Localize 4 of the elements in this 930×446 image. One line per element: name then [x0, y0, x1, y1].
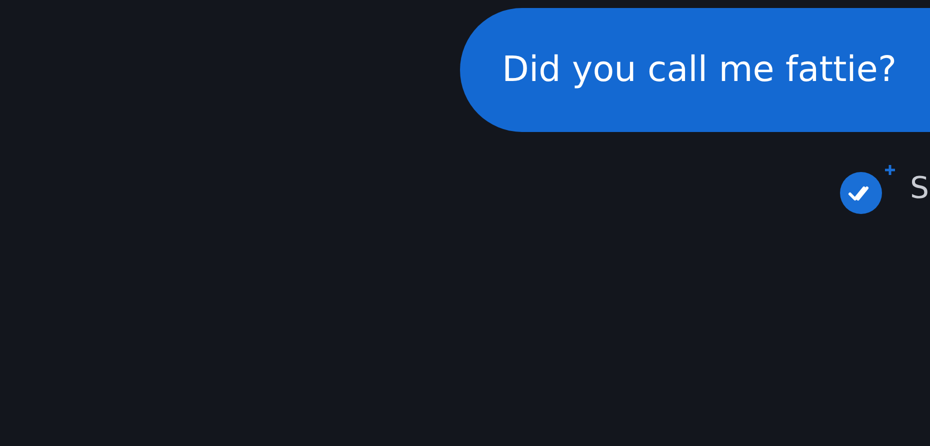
- plus-icon: [884, 164, 896, 176]
- double-check-icon: [840, 172, 882, 214]
- message-status: S: [910, 174, 930, 204]
- message-bubble: Did you call me fattie?: [460, 8, 930, 132]
